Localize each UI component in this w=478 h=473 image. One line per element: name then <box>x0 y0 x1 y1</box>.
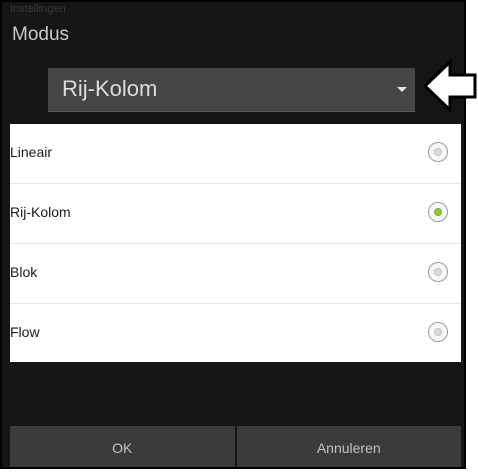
dialog-button-bar: OK Annuleren <box>10 426 461 467</box>
mode-spinner[interactable]: Rij-Kolom <box>48 68 415 112</box>
ok-button[interactable]: OK <box>10 426 235 467</box>
radio-dot <box>434 148 442 156</box>
option-row-lineair[interactable]: Lineair <box>10 124 461 184</box>
option-row-rij-kolom[interactable]: Rij-Kolom <box>10 184 461 244</box>
radio-dot <box>434 328 442 336</box>
cancel-button[interactable]: Annuleren <box>234 426 461 467</box>
option-row-flow[interactable]: Flow <box>10 304 461 363</box>
arrow-left-icon <box>422 58 477 114</box>
radio-dot <box>434 268 442 276</box>
radio-button-icon[interactable] <box>428 322 448 342</box>
radio-button-icon[interactable] <box>428 262 448 282</box>
option-label: Blok <box>10 264 38 280</box>
radio-button-icon[interactable] <box>428 202 448 222</box>
mode-dialog: Instellingen Modus Rij-Kolom Lineair Rij… <box>0 0 466 469</box>
dialog-title: Modus <box>12 24 70 45</box>
chevron-down-icon <box>397 87 407 92</box>
radio-button-icon[interactable] <box>428 142 448 162</box>
option-label: Lineair <box>10 144 53 160</box>
background-label: Instellingen <box>10 3 66 15</box>
mode-option-list: Lineair Rij-Kolom Blok Flow <box>10 124 461 362</box>
option-label: Flow <box>10 324 40 340</box>
mode-spinner-value: Rij-Kolom <box>62 76 158 101</box>
option-row-blok[interactable]: Blok <box>10 244 461 304</box>
radio-dot <box>434 208 442 216</box>
option-label: Rij-Kolom <box>10 204 71 220</box>
